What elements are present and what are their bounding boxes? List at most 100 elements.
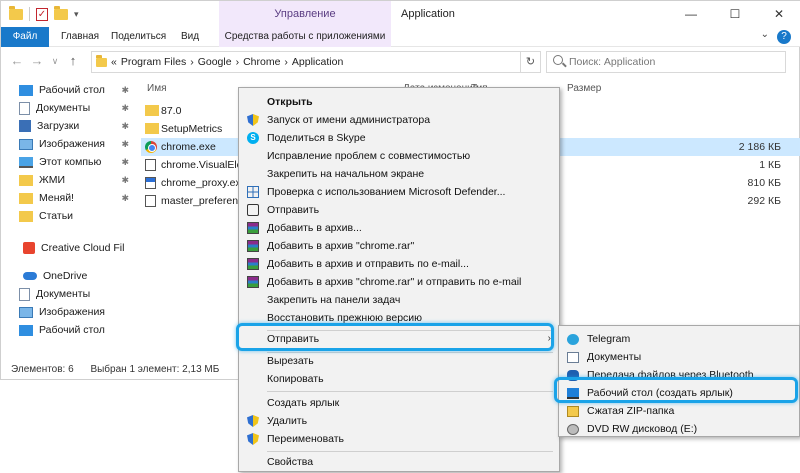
nav-item-od-pictures[interactable]: Изображения [19,303,129,321]
nav-item-pictures[interactable]: Изображения ✱ [19,135,129,153]
nav-item-desktop[interactable]: Рабочий стол ✱ [19,81,129,99]
defender-icon [247,186,259,198]
menu-item-add-archive[interactable]: Добавить в архив... [239,219,559,237]
file-size: 810 КБ [747,177,781,189]
manage-contextual-tab[interactable]: Управление [219,1,391,27]
new-folder-icon[interactable] [54,5,68,20]
nav-item-label: Рабочий стол [39,84,105,96]
menu-item-pin-start[interactable]: Закрепить на начальном экране [239,165,559,183]
tab-view[interactable]: Вид [173,27,207,47]
pin-icon: ✱ [121,193,129,203]
nav-item-this-pc[interactable]: Этот компьютер ✱ [19,153,129,171]
refresh-icon[interactable]: ↻ [521,51,541,73]
winrar-icon [247,240,259,252]
nav-item-label: OneDrive [43,270,88,282]
menu-item-delete[interactable]: Удалить [239,412,559,430]
winrar-icon [247,258,259,270]
nav-item-documents[interactable]: Документы ✱ [19,99,129,117]
menu-item-create-shortcut[interactable]: Создать ярлык [239,394,559,412]
menu-item-defender-scan[interactable]: Проверка с использованием Microsoft Defe… [239,183,559,201]
nav-item-od-desktop[interactable]: Рабочий стол [19,321,129,339]
menu-item-chrome-rar-email[interactable]: Добавить в архив "chrome.rar" и отправит… [239,273,559,291]
breadcrumb-item[interactable]: Google [198,56,232,68]
folder-icon [96,54,107,67]
menu-item-cut[interactable]: Вырезать [239,352,559,370]
properties-icon[interactable]: ✓ [36,7,48,21]
menu-item-share[interactable]: Отправить [239,201,559,219]
menu-item-properties[interactable]: Свойства [239,453,559,471]
pictures-icon [19,138,33,150]
menu-item-label: Поделиться в Skype [267,132,366,144]
pin-icon: ✱ [121,85,129,95]
tab-app-tools[interactable]: Средства работы с приложениями [219,27,391,47]
chevron-right-icon[interactable]: › [236,56,240,68]
nav-item-zhmi[interactable]: ЖМИ ✱ [19,171,129,189]
toolbar-separator [29,7,30,21]
submenu-item-zip[interactable]: Сжатая ZIP-папка [559,403,799,420]
submenu-item-label: DVD RW дисковод (E:) [587,423,698,435]
file-icon [145,195,156,207]
submenu-item-telegram[interactable]: Telegram [559,331,799,348]
downloads-icon [19,120,31,132]
breadcrumb-overflow[interactable]: « [111,56,117,68]
menu-item-run-as-admin[interactable]: Запуск от имени администратора [239,111,559,129]
file-name: chrome_proxy.exe [161,177,247,189]
menu-item-pin-taskbar[interactable]: Закрепить на панели задач [239,291,559,309]
breadcrumb-item[interactable]: Chrome [243,56,280,68]
address-bar[interactable]: « Program Files › Google › Chrome › Appl… [91,51,521,73]
nav-item-creative-cloud[interactable]: Creative Cloud Fil [23,239,131,257]
menu-item-copy[interactable]: Копировать [239,370,559,388]
back-arrow-icon[interactable]: ← [9,53,25,68]
submenu-item-documents[interactable]: Документы [559,349,799,366]
nav-item-articles[interactable]: Статьи [19,207,129,225]
file-size: 1 КБ [759,159,781,171]
quick-access-toolbar: ✓ ▾ [9,5,79,21]
search-input[interactable]: Поиск: Application [546,51,786,73]
tab-share[interactable]: Поделиться [103,27,174,47]
pin-icon: ✱ [121,139,129,149]
menu-item-label: Удалить [267,415,308,427]
customize-toolbar-icon[interactable]: ▾ [74,9,79,20]
menu-item-archive-email[interactable]: Добавить в архив и отправить по e-mail..… [239,255,559,273]
column-header-size[interactable]: Размер [567,83,601,97]
breadcrumb-item[interactable]: Application [292,56,343,68]
menu-item-label: Запуск от имени администратора [267,114,431,126]
nav-item-od-documents[interactable]: Документы [19,285,129,303]
highlight-desktop-shortcut [554,377,798,403]
menu-item-open[interactable]: Открыть [239,93,559,111]
menu-item-add-chrome-rar[interactable]: Добавить в архив "chrome.rar" [239,237,559,255]
shield-icon [247,114,259,126]
menu-item-rename[interactable]: Переименовать [239,430,559,448]
file-size: 292 КБ [747,195,781,207]
up-arrow-icon[interactable]: ↑ [65,53,81,68]
winrar-icon [247,276,259,288]
minimize-button[interactable]: — [669,1,713,27]
nav-item-label: Документы [36,102,91,114]
chevron-down-icon[interactable]: ⌄ [761,29,769,40]
file-icon [145,159,156,171]
menu-item-troubleshoot-compat[interactable]: Исправление проблем с совместимостью [239,147,559,165]
chevron-right-icon[interactable]: › [190,56,194,68]
desktop-icon [19,84,33,96]
menu-separator [267,391,553,392]
menu-item-share-skype[interactable]: S Поделиться в Skype [239,129,559,147]
column-header-name[interactable]: Имя [147,83,166,97]
nav-item-label: Изображения [39,306,105,318]
file-size: 2 186 КБ [738,141,781,153]
submenu-item-dvd[interactable]: DVD RW дисковод (E:) [559,421,799,436]
nav-item-label: Этот компьютер [39,156,101,168]
tab-home[interactable]: Главная [53,27,107,47]
nav-item-label: Документы [36,288,91,300]
breadcrumb-item[interactable]: Program Files [121,56,186,68]
forward-arrow-icon[interactable]: → [29,53,45,68]
help-icon[interactable]: ? [777,30,791,44]
maximize-button[interactable]: ☐ [713,1,757,27]
recent-locations-icon[interactable]: ∨ [47,56,63,67]
tab-file[interactable]: Файл [1,27,49,47]
nav-item-menyai[interactable]: Меняй! ✱ [19,189,129,207]
nav-item-onedrive[interactable]: OneDrive [23,267,131,285]
chevron-right-icon[interactable]: › [284,56,288,68]
telegram-icon [567,334,579,345]
close-button[interactable]: ✕ [757,1,800,27]
nav-item-downloads[interactable]: Загрузки ✱ [19,117,129,135]
